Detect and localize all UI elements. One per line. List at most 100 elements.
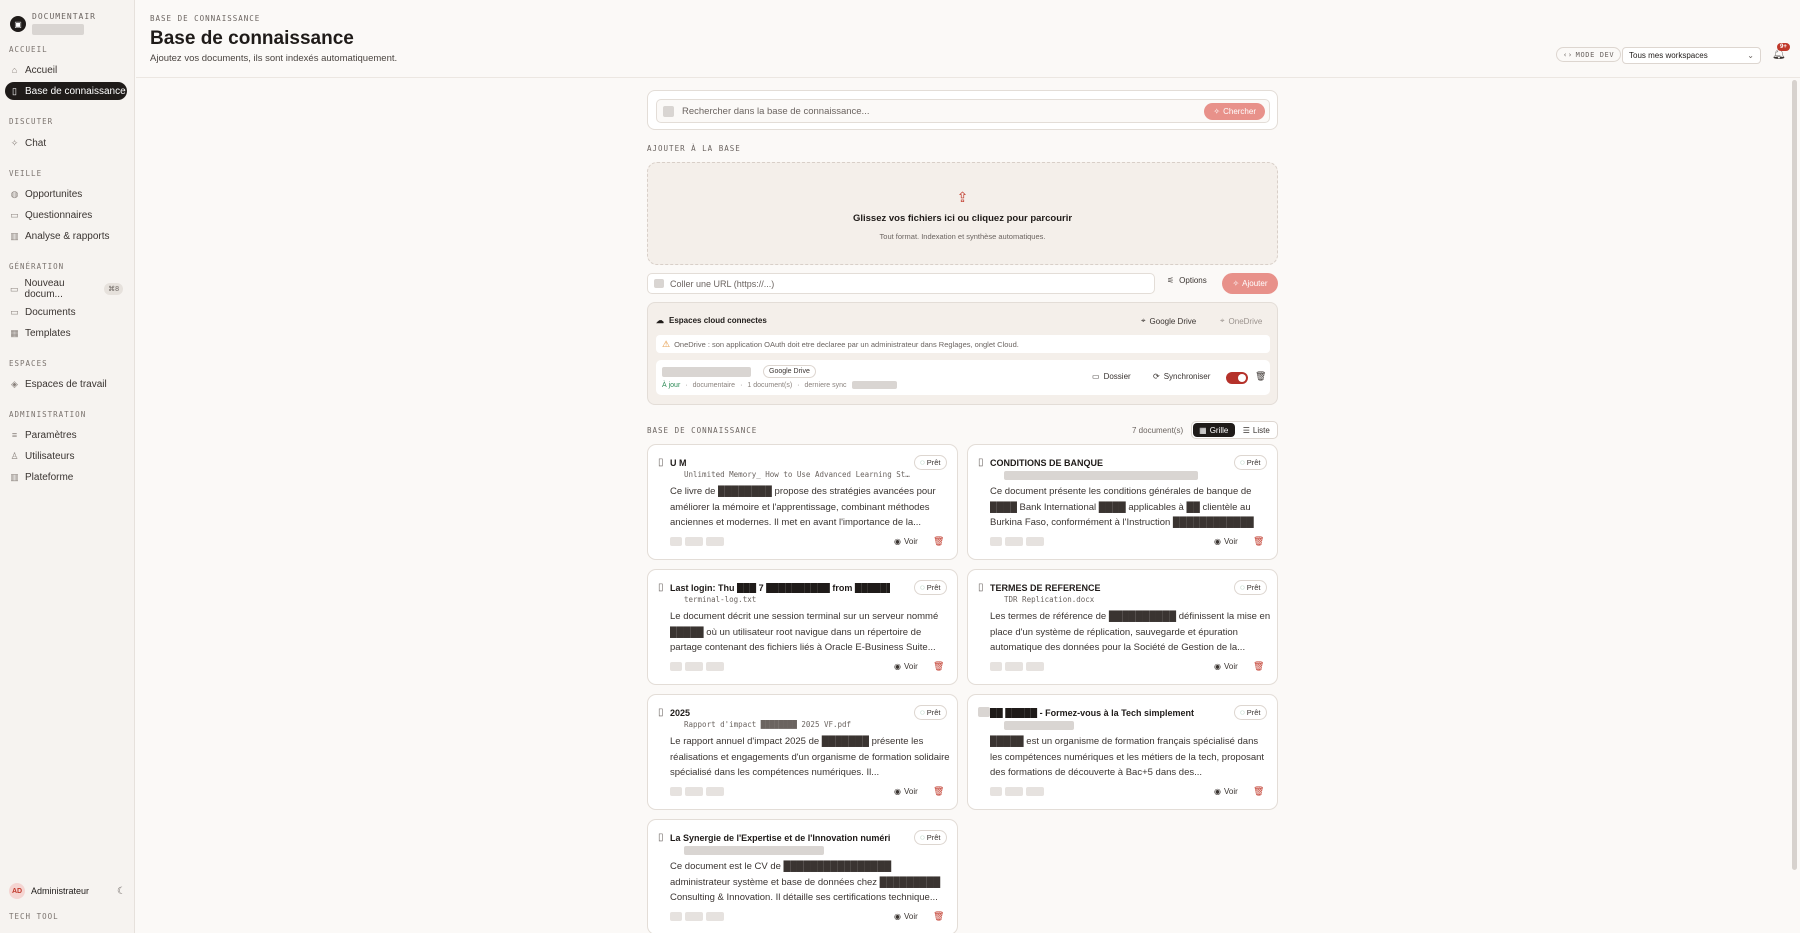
page-header: BASE DE CONNAISSANCE Base de connaissanc… [136, 0, 1800, 78]
workspace-select[interactable]: Tous mes workspaces ⌄ [1622, 47, 1761, 64]
trash-icon[interactable]: 🗑︎ [933, 786, 944, 797]
sidebar-item-label: Opportunites [25, 188, 83, 200]
document-filename: Unlimited Memory_ How to Use Advanced Le… [684, 470, 910, 479]
sidebar-item-utilisateurs[interactable]: ♙ Utilisateurs [5, 447, 127, 465]
sidebar-item-analyse-rapports[interactable]: ▥ Analyse & rapports [5, 227, 127, 245]
google-drive-connect[interactable]: ⌖ Google Drive [1141, 316, 1196, 326]
file-dropzone[interactable]: ⇪ Glissez vos fichiers ici ou cliquez po… [647, 162, 1278, 265]
status-label: Prêt [926, 833, 941, 842]
separator-dot: · [685, 381, 688, 389]
document-meta-redacted [670, 787, 724, 796]
brand[interactable]: ▣ DOCUMENTAIR [10, 12, 96, 35]
sidebar-item-documents[interactable]: ▭ Documents [5, 303, 127, 321]
view-button[interactable]: ◉ Voir [894, 662, 918, 671]
status-badge: ◌ Prêt [1234, 455, 1267, 470]
sidebar-item-label: Questionnaires [25, 209, 93, 221]
folder-name: documentaire [692, 381, 736, 389]
view-button[interactable]: ◉ Voir [894, 912, 918, 921]
moon-icon[interactable]: ☾ [117, 886, 126, 897]
document-card[interactable]: ██ █████ - Formez-vous à la Tech simplem… [967, 694, 1278, 810]
search-placeholder: Rechercher dans la base de connaissance.… [682, 105, 870, 117]
workspace-select-value: Tous mes workspaces [1629, 51, 1708, 60]
page-title: Base de connaissance [150, 28, 354, 49]
view-button[interactable]: ◉ Voir [894, 537, 918, 546]
shortcut-badge: ⌘8 [104, 283, 123, 295]
trash-icon[interactable]: 🗑︎ [1255, 371, 1266, 382]
mode-dev-button[interactable]: ‹› MODE DEV [1556, 47, 1622, 62]
sidebar-item-accueil[interactable]: ⌂ Accueil [5, 61, 127, 79]
file-icon: ▭ [10, 209, 19, 220]
document-filename [1004, 720, 1232, 730]
document-title: U M [670, 458, 687, 468]
dossier-button[interactable]: ▭ Dossier [1092, 372, 1131, 381]
trash-icon[interactable]: 🗑︎ [933, 661, 944, 672]
grid-view-button[interactable]: ▦ Grille [1193, 423, 1235, 437]
sliders-icon: ≡ [11, 430, 18, 440]
sidebar-item-parametres[interactable]: ≡ Paramètres [5, 426, 127, 444]
search-input[interactable]: Rechercher dans la base de connaissance.… [656, 99, 1270, 123]
sidebar-item-espaces-de-travail[interactable]: ◈ Espaces de travail [5, 375, 127, 393]
user-menu[interactable]: AD Administrateur ☾ [9, 883, 126, 899]
onedrive-connect[interactable]: ⌖ OneDrive [1220, 316, 1262, 326]
trash-icon[interactable]: 🗑︎ [1253, 786, 1264, 797]
brand-name: DOCUMENTAIR [32, 12, 96, 21]
nav-section-discuter: DISCUTER [9, 117, 54, 126]
options-button[interactable]: ⚟ Options [1167, 276, 1207, 285]
document-card[interactable]: ▯ U M Unlimited Memory_ How to Use Advan… [647, 444, 958, 560]
trash-icon[interactable]: 🗑︎ [933, 911, 944, 922]
sidebar-item-templates[interactable]: ▦ Templates [5, 324, 127, 342]
view-button[interactable]: ◉ Voir [1214, 537, 1238, 546]
sidebar-item-questionnaires[interactable]: ▭ Questionnaires [5, 206, 127, 224]
sidebar-item-chat[interactable]: ✧ Chat [5, 134, 127, 152]
eye-icon: ◉ [1214, 537, 1221, 546]
document-summary: Ce livre de ████████ propose des stratég… [670, 486, 936, 528]
list-view-button[interactable]: ☰ Liste [1236, 422, 1278, 438]
document-card[interactable]: ▯ TERMES DE REFERENCE TDR Replication.do… [967, 569, 1278, 685]
sidebar-item-base-de-connaissance[interactable]: ▯ Base de connaissance [5, 82, 127, 100]
sidebar-item-nouveau-document[interactable]: ▭ Nouveau docum... ⌘8 [5, 278, 127, 300]
connection-meta: À jour · documentaire · 1 document(s) · … [662, 381, 897, 389]
view-button[interactable]: ◉ Voir [1214, 662, 1238, 671]
list-label: Liste [1252, 425, 1270, 435]
user-icon: ♙ [10, 450, 19, 461]
document-meta-redacted [990, 787, 1044, 796]
trash-icon[interactable]: 🗑︎ [933, 536, 944, 547]
document-card[interactable]: ▯ CONDITIONS DE BANQUE ◌ Prêt Ce document… [967, 444, 1278, 560]
sidebar-item-label: Chat [25, 137, 47, 149]
document-summary: Les termes de référence de ██████████ dé… [990, 611, 1271, 653]
code-icon: ‹› [1563, 50, 1573, 59]
url-input[interactable]: Coller une URL (https://...) [647, 273, 1155, 294]
document-count: 1 document(s) [747, 381, 793, 389]
document-card[interactable]: ▯ Last login: Thu ███ 7 ██████████ from … [647, 569, 958, 685]
add-button[interactable]: ✧ Ajouter [1222, 273, 1278, 294]
grid-label: Grille [1209, 425, 1229, 435]
sidebar-item-opportunites[interactable]: ◍ Opportunites [5, 185, 127, 203]
document-card[interactable]: ▯ La Synergie de l'Expertise et de l'Inn… [647, 819, 958, 933]
list-icon: ☰ [1242, 425, 1250, 435]
google-drive-label: Google Drive [1149, 316, 1197, 326]
view-button[interactable]: ◉ Voir [1214, 787, 1238, 796]
eye-icon: ◉ [894, 537, 901, 546]
search-button[interactable]: ✧ Chercher [1204, 103, 1265, 120]
search-icon [663, 105, 674, 117]
trash-icon[interactable]: 🗑︎ [1253, 661, 1264, 672]
status-label: Prêt [1246, 708, 1261, 717]
trash-icon[interactable]: 🗑︎ [1253, 536, 1264, 547]
view-button[interactable]: ◉ Voir [894, 787, 918, 796]
onedrive-label: OneDrive [1228, 316, 1263, 326]
document-card[interactable]: ▯ 2025 Rapport d'impact ████████ 2025 VF… [647, 694, 958, 810]
scrollbar[interactable] [1792, 80, 1797, 870]
kb-document-count: 7 document(s) [1132, 426, 1184, 435]
add-button-label: Ajouter [1242, 279, 1268, 288]
document-summary: █████ est un organisme de formation fran… [990, 736, 1265, 778]
sync-toggle[interactable] [1226, 372, 1248, 384]
sync-button[interactable]: ⟳ Synchroniser [1153, 372, 1210, 381]
document-meta-redacted [670, 537, 724, 546]
refresh-icon: ⟳ [1153, 372, 1160, 381]
sidebar-item-plateforme[interactable]: ▥ Plateforme [5, 468, 127, 486]
chart-icon: ▥ [10, 471, 19, 482]
check-circle-icon: ◌ [1240, 583, 1245, 592]
sidebar-item-label: Plateforme [25, 471, 74, 483]
view-label: Voir [1223, 537, 1238, 546]
separator-dot: · [740, 381, 743, 389]
